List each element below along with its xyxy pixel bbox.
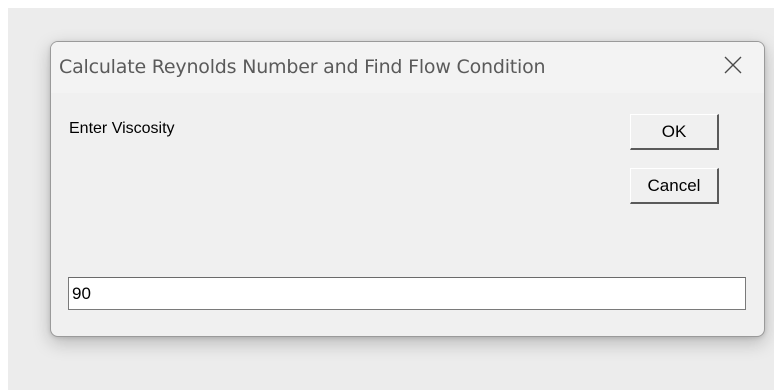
- dialog-title: Calculate Reynolds Number and Find Flow …: [59, 56, 546, 78]
- cancel-button[interactable]: Cancel: [630, 168, 719, 204]
- input-dialog: Calculate Reynolds Number and Find Flow …: [50, 41, 765, 337]
- prompt-label: Enter Viscosity: [69, 120, 175, 137]
- ok-button[interactable]: OK: [630, 114, 719, 150]
- title-bar[interactable]: Calculate Reynolds Number and Find Flow …: [51, 42, 764, 93]
- close-button[interactable]: [702, 42, 764, 93]
- viscosity-input[interactable]: [68, 277, 746, 310]
- close-icon: [724, 56, 742, 79]
